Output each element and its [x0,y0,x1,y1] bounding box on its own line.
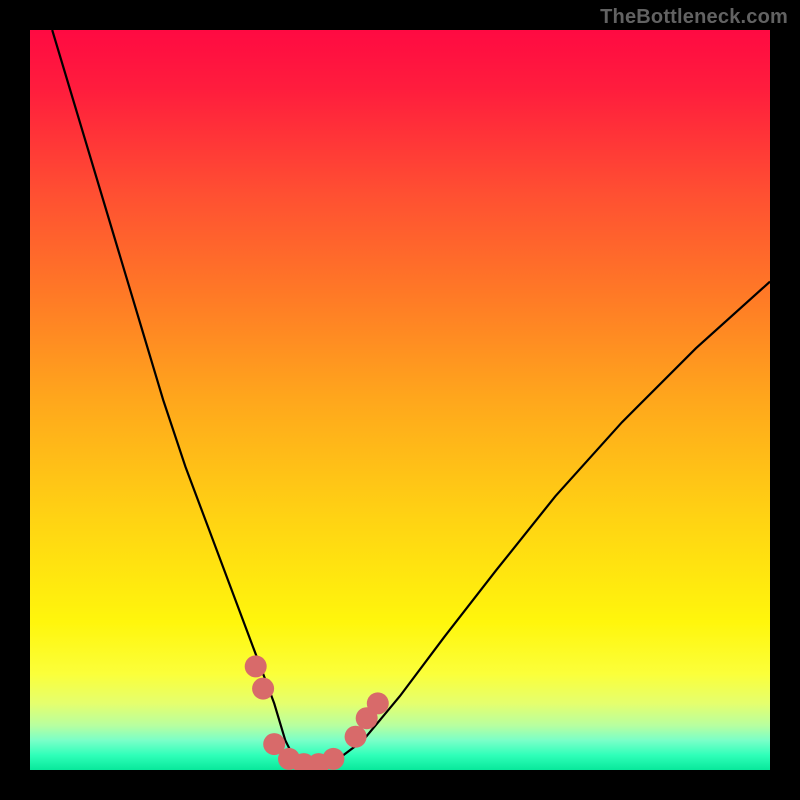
marker-group [245,655,389,770]
watermark-text: TheBottleneck.com [600,6,788,29]
bottleneck-curve [52,30,770,766]
plot-area [30,30,770,770]
curve-svg [30,30,770,770]
marker-point [252,678,274,700]
marker-point [345,726,367,748]
marker-point [367,692,389,714]
marker-point [322,748,344,770]
marker-point [245,655,267,677]
